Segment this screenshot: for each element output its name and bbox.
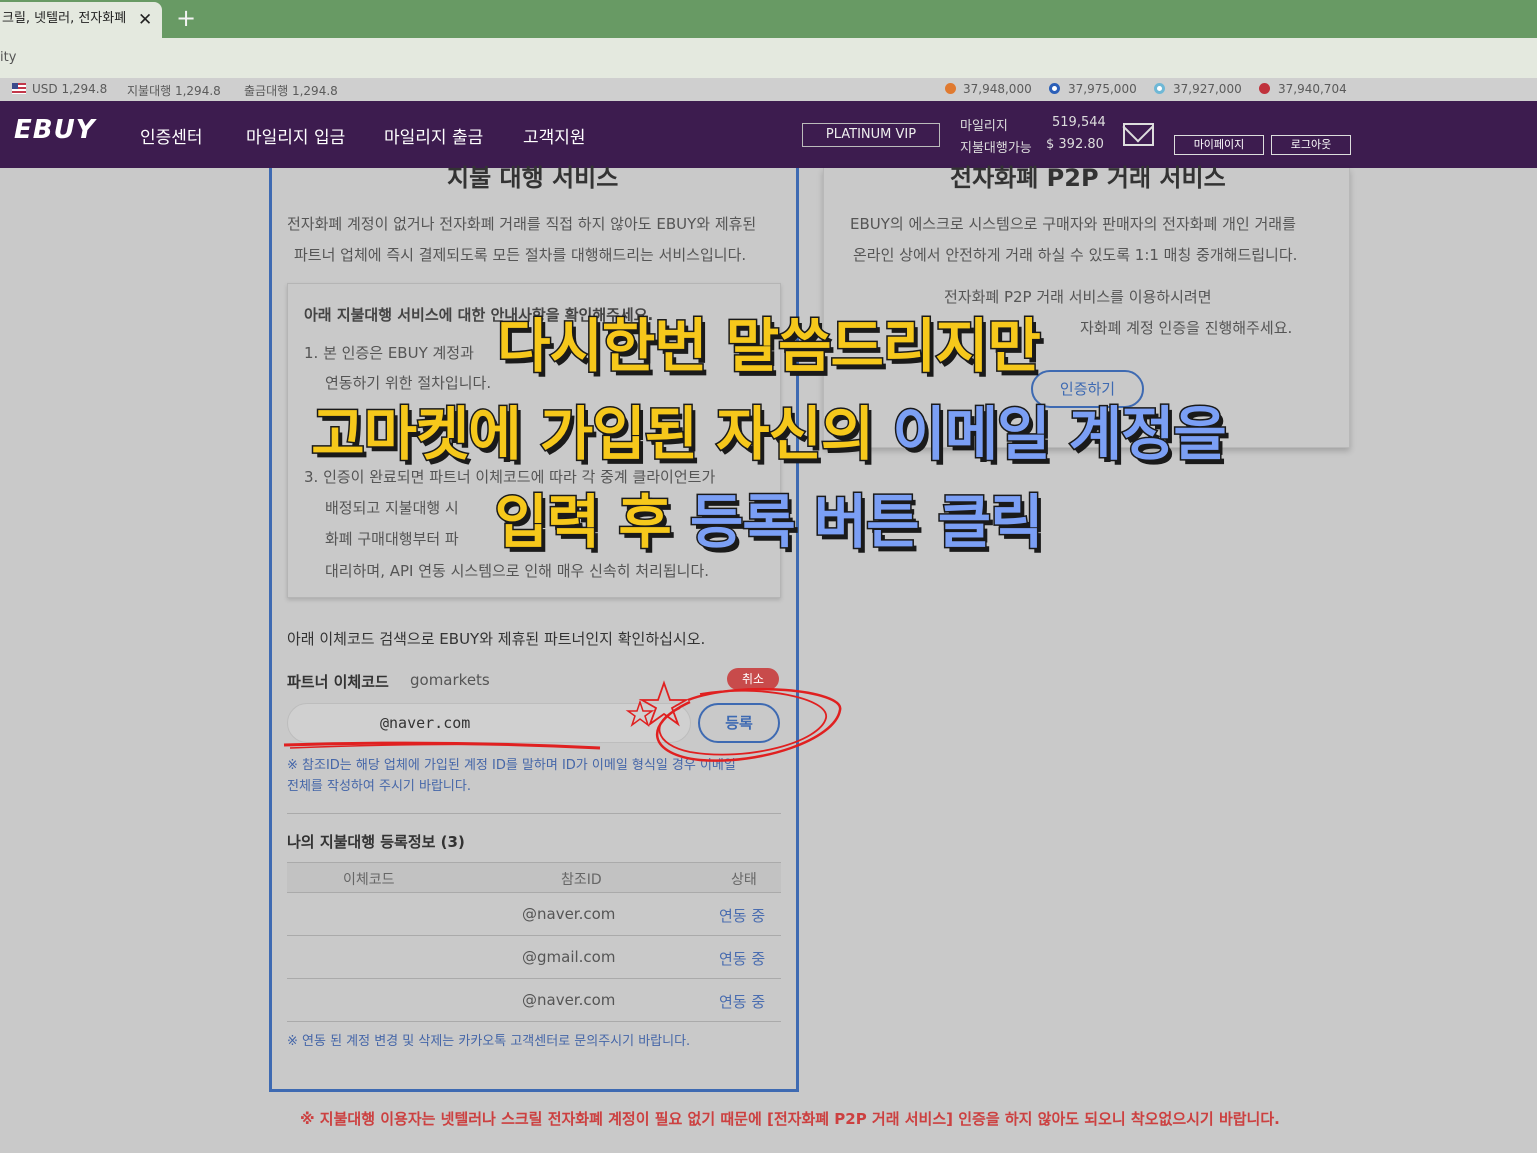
rate-bar: USD 1,294.8 지불대행 1,294.8 출금대행 1,294.8 37… — [0, 78, 1537, 101]
cancel-button[interactable]: 취소 — [727, 668, 779, 690]
browser-tab-bar: 크릴, 넷텔러, 전자화폐 ✕ + — [0, 0, 1537, 38]
reference-id-cell: @gmail.com — [522, 948, 616, 966]
withdraw-rate: 출금대행 1,294.8 — [244, 84, 338, 98]
search-info-text: 아래 이체코드 검색으로 EBUY와 제휴된 파트너인지 확인하십시오. — [287, 630, 706, 648]
reference-id-note: 전체를 작성하여 주시기 바랍니다. — [287, 779, 471, 794]
divider — [287, 813, 781, 814]
vip-badge: PLATINUM VIP — [802, 123, 940, 147]
ebuy-logo[interactable]: EBUY — [14, 115, 96, 145]
p2p-service-desc: 온라인 상에서 안전하게 거래 하실 수 있도록 1:1 매칭 중개해드립니다. — [853, 246, 1298, 264]
reference-id-input[interactable]: @naver.com — [287, 703, 691, 743]
new-tab-icon[interactable]: + — [176, 4, 196, 32]
mypage-button[interactable]: 마이페이지 — [1174, 135, 1264, 155]
notice-title: 아래 지불대행 서비스에 대한 안내사항을 확인해주세요. — [304, 306, 654, 324]
nav-auth-center[interactable]: 인증센터 — [140, 123, 203, 148]
mileage-label: 마일리지 — [960, 119, 1008, 134]
registration-table-header: 이체코드 참조ID 상태 — [287, 862, 781, 893]
site-header: EBUY 인증센터 마일리지 입금 마일리지 출금 고객지원 PLATINUM … — [0, 101, 1537, 168]
status-cell: 연동 중 — [719, 993, 766, 1011]
partner-code-value: gomarkets — [410, 671, 490, 689]
p2p-service-desc: 전자화폐 P2P 거래 서비스를 이용하시려면 — [944, 288, 1212, 306]
notice-line: 3. 인증이 완료되면 파트너 이체코드에 따라 각 중계 클라이언트가 — [304, 468, 716, 486]
col-transfer-code: 이체코드 — [343, 872, 395, 888]
notice-line: 연동하기 위한 절차입니다. — [325, 374, 492, 392]
reference-id-cell: @naver.com — [522, 991, 616, 1009]
coin-icon — [1259, 83, 1270, 94]
browser-tab[interactable]: 크릴, 넷텔러, 전자화폐 ✕ — [0, 2, 162, 38]
p2p-service-title: 전자화폐 P2P 거래 서비스 — [950, 164, 1226, 192]
coin-price: 37,948,000 — [963, 82, 1032, 96]
pay-available-label: 지불대행가능 — [960, 141, 1032, 156]
notice-line: 1. 본 인증은 EBUY 계정과 — [304, 344, 474, 362]
coin-price: 37,927,000 — [1173, 82, 1242, 96]
notice-line: 대리하며, API 연동 시스템으로 인해 매우 신속히 처리됩니다. — [325, 562, 710, 580]
address-text: ity — [0, 50, 17, 65]
status-cell: 연동 중 — [719, 950, 766, 968]
certify-button[interactable]: 인증하기 — [1031, 370, 1144, 408]
coin-icon — [1049, 83, 1060, 94]
pay-service-title: 지불 대행 서비스 — [447, 164, 619, 192]
partner-code-label: 파트너 이체코드 — [287, 673, 389, 691]
col-status: 상태 — [731, 872, 757, 888]
nav-mileage-withdraw[interactable]: 마일리지 출금 — [384, 123, 483, 148]
table-row: @gmail.com 연동 중 — [287, 936, 781, 979]
coin-price: 37,975,000 — [1068, 82, 1137, 96]
coin-price: 37,940,704 — [1278, 82, 1347, 96]
notice-line: 배정되고 지불대행 시 — [325, 499, 459, 517]
mail-icon[interactable] — [1123, 123, 1154, 146]
coin-icon — [1154, 83, 1165, 94]
reference-id-cell: @naver.com — [522, 905, 616, 923]
address-bar[interactable]: ity — [0, 38, 1537, 78]
close-icon[interactable]: ✕ — [138, 10, 152, 30]
table-row: @naver.com 연동 중 — [287, 979, 781, 1022]
account-change-note: ※ 연동 된 계정 변경 및 삭제는 카카오톡 고객센터로 문의주시기 바랍니다… — [287, 1034, 691, 1049]
us-flag-icon — [12, 83, 26, 94]
tab-title: 크릴, 넷텔러, 전자화폐 — [2, 11, 127, 26]
logout-button[interactable]: 로그아웃 — [1271, 135, 1351, 155]
nav-mileage-deposit[interactable]: 마일리지 입금 — [246, 123, 345, 148]
pay-service-desc: 전자화폐 계정이 없거나 전자화폐 거래를 직접 하지 않아도 EBUY와 제휴… — [287, 215, 757, 233]
p2p-service-desc: 자화폐 계정 인증을 진행해주세요. — [1080, 319, 1293, 337]
register-button[interactable]: 등록 — [698, 703, 780, 743]
bottom-warning: ※ 지불대행 이용자는 넷텔러나 스크릴 전자화폐 계정이 필요 없기 때문에 … — [300, 1110, 1280, 1128]
status-cell: 연동 중 — [719, 907, 766, 925]
mileage-value: 519,544 — [1052, 115, 1106, 130]
table-row: @naver.com 연동 중 — [287, 893, 781, 936]
notice-box — [287, 283, 781, 598]
pay-available-value: $ 392.80 — [1046, 137, 1104, 152]
reference-id-note: ※ 참조ID는 해당 업체에 가입된 계정 ID를 말하며 ID가 이메일 형식… — [287, 758, 736, 773]
usd-rate: USD 1,294.8 — [32, 82, 108, 96]
my-registration-title: 나의 지불대행 등록정보 (3) — [287, 833, 465, 851]
pay-rate: 지불대행 1,294.8 — [127, 84, 221, 98]
pay-service-desc: 파트너 업체에 즉시 결제되도록 모든 절차를 대행해드리는 서비스입니다. — [294, 246, 747, 264]
notice-line: 화폐 구매대행부터 파 — [325, 530, 459, 548]
nav-support[interactable]: 고객지원 — [523, 123, 586, 148]
col-reference-id: 참조ID — [561, 872, 602, 888]
p2p-service-desc: EBUY의 에스크로 시스템으로 구매자와 판매자의 전자화폐 개인 거래를 — [850, 215, 1296, 233]
coin-icon — [945, 83, 956, 94]
